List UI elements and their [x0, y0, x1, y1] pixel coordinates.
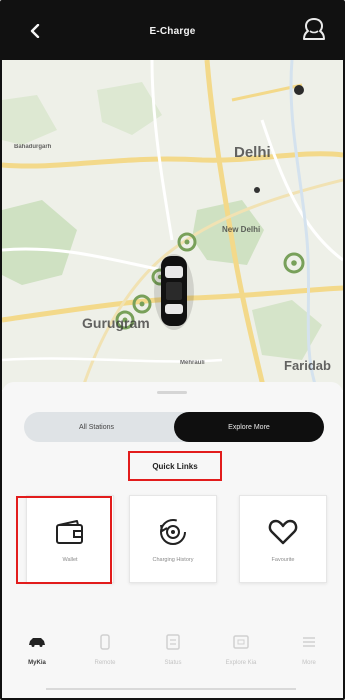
map-label-mehrauli: Mehrauli — [180, 360, 205, 366]
chevron-left-icon — [30, 24, 40, 38]
charging-history-icon — [157, 516, 189, 548]
nav-label-more: More — [302, 660, 316, 666]
station-toggle: All Stations Explore More — [24, 412, 324, 442]
car-marker[interactable] — [154, 252, 194, 330]
nav-item-status[interactable]: Status — [142, 627, 204, 677]
nav-label-explore-kia: Explore Kia — [225, 660, 257, 666]
heart-icon — [267, 516, 299, 548]
charging-history-label: Charging History — [152, 557, 194, 563]
explore-icon — [232, 634, 250, 650]
nav-label-mykia: MyKia — [28, 660, 46, 666]
charging-history-card[interactable]: Charging History — [129, 495, 217, 583]
nav-item-more[interactable]: More — [278, 627, 340, 677]
map-label-bahadurgarh: Bahadurgarh — [14, 144, 52, 150]
map-label-faridabad: Faridab — [284, 358, 331, 373]
remote-icon — [96, 634, 114, 650]
back-button[interactable] — [22, 18, 48, 44]
more-icon — [300, 634, 318, 650]
nav-label-status: Status — [164, 660, 182, 666]
wallet-highlight-box — [16, 496, 112, 584]
explore-more-tab[interactable]: Explore More — [174, 412, 324, 442]
favourite-card[interactable]: Favourite — [239, 495, 327, 583]
nav-item-explore-kia[interactable]: Explore Kia — [210, 627, 272, 677]
phone-frame: E-Charge Delhi New Delhi Gurugram Farida… — [0, 0, 345, 700]
bottom-nav: MyKia Remote Status Explore Kia More — [2, 627, 343, 698]
nav-item-mykia[interactable]: MyKia — [6, 627, 68, 677]
app-header: E-Charge — [2, 2, 343, 60]
nav-item-remote[interactable]: Remote — [74, 627, 136, 677]
nav-underline — [46, 688, 296, 690]
car-icon — [28, 634, 46, 650]
quick-links-heading: Quick Links — [128, 451, 222, 481]
map-view[interactable]: Delhi New Delhi Gurugram Faridab Bahadur… — [2, 60, 343, 390]
favourite-label: Favourite — [271, 557, 295, 563]
map-label-new-delhi: New Delhi — [222, 225, 261, 234]
profile-icon — [303, 18, 325, 40]
car-icon — [154, 254, 194, 330]
all-stations-tab[interactable]: All Stations — [24, 412, 169, 442]
map-label-gurugram: Gurugram — [82, 315, 150, 331]
status-icon — [164, 634, 182, 650]
profile-button[interactable] — [299, 15, 329, 45]
nav-label-remote: Remote — [94, 660, 116, 666]
page-title: E-Charge — [149, 25, 196, 37]
map-canvas — [2, 60, 343, 390]
sheet-grabber[interactable] — [157, 391, 187, 394]
map-label-delhi: Delhi — [234, 144, 271, 161]
